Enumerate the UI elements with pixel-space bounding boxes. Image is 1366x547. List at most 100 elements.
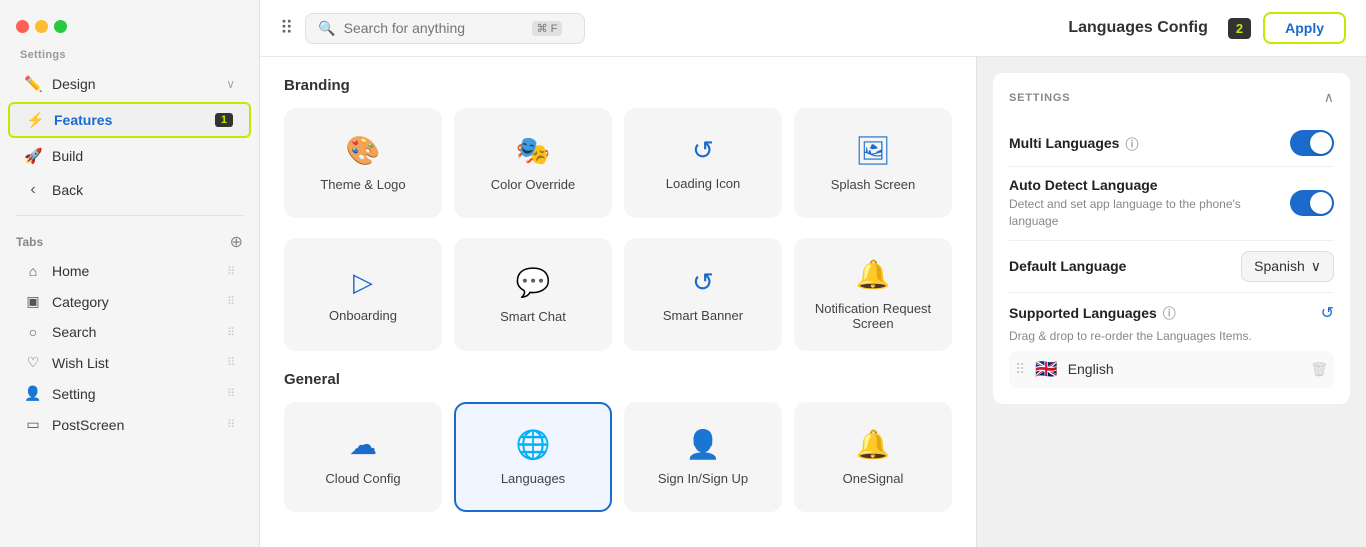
card-theme-logo[interactable]: 🎨 Theme & Logo bbox=[284, 108, 442, 218]
default-language-select[interactable]: Spanish ∨ bbox=[1241, 251, 1334, 282]
card-languages[interactable]: 🌐 Languages bbox=[454, 402, 612, 512]
wishlist-icon: ♡ bbox=[24, 354, 42, 371]
right-panel: SETTINGS ∧ Multi Languages ⓘ bbox=[976, 57, 1366, 547]
card-sign-in[interactable]: 👤 Sign In/Sign Up bbox=[624, 402, 782, 512]
sidebar-item-back[interactable]: ‹ Back bbox=[8, 174, 251, 206]
card-notification[interactable]: 🔔 Notification Request Screen bbox=[794, 238, 952, 351]
auto-detect-row: Auto Detect Language Detect and set app … bbox=[1009, 167, 1334, 241]
add-tab-button[interactable]: ⊕ bbox=[230, 232, 243, 252]
sidebar-item-build[interactable]: 🚀 Build bbox=[8, 140, 251, 172]
maximize-button[interactable] bbox=[54, 20, 67, 33]
settings-section-label: SETTINGS bbox=[1009, 92, 1070, 104]
search-input[interactable] bbox=[344, 20, 524, 36]
close-button[interactable] bbox=[16, 20, 29, 33]
card-onboarding[interactable]: ▷ Onboarding bbox=[284, 238, 442, 351]
sidebar-item-features[interactable]: ⚡ Features 1 bbox=[8, 102, 251, 138]
home-icon: ⌂ bbox=[24, 263, 42, 279]
card-label-cloud-config: Cloud Config bbox=[325, 471, 400, 486]
theme-logo-icon: 🎨 bbox=[346, 134, 381, 167]
postscreen-icon: ▭ bbox=[24, 416, 42, 433]
card-smart-chat[interactable]: 💬 Smart Chat bbox=[454, 238, 612, 351]
search-icon: 🔍 bbox=[318, 20, 335, 37]
delete-language-button[interactable]: 🗑 bbox=[1310, 361, 1328, 378]
build-icon: 🚀 bbox=[24, 147, 42, 165]
drag-handle-category: ⠿ bbox=[227, 295, 235, 308]
features-cards-grid: ▷ Onboarding 💬 Smart Chat ↺ Smart Banner… bbox=[284, 238, 952, 351]
info-icon-multi: ⓘ bbox=[1125, 134, 1138, 153]
card-label-notification: Notification Request Screen bbox=[810, 301, 936, 331]
info-icon-supported: ⓘ bbox=[1163, 303, 1176, 322]
grid-icon[interactable]: ⠿ bbox=[280, 18, 293, 39]
drag-handle-lang[interactable]: ⠿ bbox=[1015, 361, 1025, 378]
card-cloud-config[interactable]: ☁ Cloud Config bbox=[284, 402, 442, 512]
sidebar-item-search[interactable]: ○ Search ⠿ bbox=[8, 318, 251, 346]
features-panel: Branding 🎨 Theme & Logo 🎭 Color Override… bbox=[260, 57, 976, 547]
tab-label-wishlist: Wish List bbox=[52, 355, 217, 371]
tab-label-postscreen: PostScreen bbox=[52, 417, 217, 433]
general-section-title: General bbox=[284, 371, 952, 388]
multi-languages-toggle[interactable] bbox=[1290, 130, 1334, 156]
sidebar-label-design: Design bbox=[52, 76, 216, 92]
splash-screen-icon: 🖼 bbox=[855, 134, 891, 167]
card-color-override[interactable]: 🎭 Color Override bbox=[454, 108, 612, 218]
multi-languages-label: Multi Languages ⓘ bbox=[1009, 134, 1290, 153]
card-label-color-override: Color Override bbox=[491, 177, 576, 192]
card-label-splash-screen: Splash Screen bbox=[831, 177, 916, 192]
onboarding-icon: ▷ bbox=[353, 267, 373, 298]
language-name-english: English bbox=[1068, 361, 1301, 377]
sidebar-item-home[interactable]: ⌂ Home ⠿ bbox=[8, 257, 251, 285]
tab-label-setting: Setting bbox=[52, 386, 217, 402]
drag-handle-home: ⠿ bbox=[227, 265, 235, 278]
languages-icon: 🌐 bbox=[516, 428, 551, 461]
card-label-theme-logo: Theme & Logo bbox=[320, 177, 405, 192]
tab-label-home: Home bbox=[52, 263, 217, 279]
card-label-loading-icon: Loading Icon bbox=[666, 176, 740, 191]
auto-detect-toggle[interactable] bbox=[1290, 190, 1334, 216]
general-cards-grid: ☁ Cloud Config 🌐 Languages 👤 Sign In/Sig… bbox=[284, 402, 952, 512]
apply-button[interactable]: Apply bbox=[1263, 12, 1346, 44]
sidebar-item-postscreen[interactable]: ▭ PostScreen ⠿ bbox=[8, 410, 251, 439]
default-language-label: Default Language bbox=[1009, 258, 1126, 274]
cloud-config-icon: ☁ bbox=[349, 428, 377, 461]
main-area: ⠿ 🔍 ⌘ F Languages Config 2 Apply Brandin… bbox=[260, 0, 1366, 547]
sidebar-item-wishlist[interactable]: ♡ Wish List ⠿ bbox=[8, 348, 251, 377]
sidebar-item-category[interactable]: ▣ Category ⠿ bbox=[8, 287, 251, 316]
drag-handle-search: ⠿ bbox=[227, 326, 235, 339]
card-smart-banner[interactable]: ↺ Smart Banner bbox=[624, 238, 782, 351]
toggle-knob-multi bbox=[1310, 132, 1332, 154]
auto-detect-label: Auto Detect Language bbox=[1009, 177, 1290, 193]
tab-label-category: Category bbox=[52, 294, 217, 310]
supported-languages-header: Supported Languages ⓘ ↺ bbox=[1009, 293, 1334, 329]
card-onesignal[interactable]: 🔔 OneSignal bbox=[794, 402, 952, 512]
features-icon: ⚡ bbox=[26, 111, 44, 129]
collapse-icon[interactable]: ∧ bbox=[1324, 89, 1334, 106]
card-loading-icon[interactable]: ↺ Loading Icon bbox=[624, 108, 782, 218]
category-icon: ▣ bbox=[24, 293, 42, 310]
sidebar-item-design[interactable]: ✏️ Design ∨ bbox=[8, 68, 251, 100]
topbar: ⠿ 🔍 ⌘ F Languages Config 2 Apply bbox=[260, 0, 1366, 57]
minimize-button[interactable] bbox=[35, 20, 48, 33]
color-override-icon: 🎭 bbox=[516, 134, 551, 167]
refresh-button[interactable]: ↺ bbox=[1321, 303, 1334, 323]
branding-cards-grid: 🎨 Theme & Logo 🎭 Color Override ↺ Loadin… bbox=[284, 108, 952, 218]
settings-section-label: Settings bbox=[0, 45, 259, 67]
card-label-smart-chat: Smart Chat bbox=[500, 309, 566, 324]
notification-icon: 🔔 bbox=[856, 258, 891, 291]
step-badge-sidebar: 1 bbox=[215, 113, 233, 127]
tabs-section-label: Tabs bbox=[16, 235, 43, 249]
settings-section-header: SETTINGS ∧ bbox=[1009, 89, 1334, 106]
branding-section-title: Branding bbox=[284, 77, 952, 94]
toggle-knob-auto bbox=[1310, 192, 1332, 214]
sidebar-item-setting[interactable]: 👤 Setting ⠿ bbox=[8, 379, 251, 408]
design-icon: ✏️ bbox=[24, 75, 42, 93]
sidebar-label-back: Back bbox=[52, 182, 235, 198]
search-shortcut: ⌘ F bbox=[532, 21, 563, 36]
drag-handle-wishlist: ⠿ bbox=[227, 356, 235, 369]
flag-icon-english: 🇬🇧 bbox=[1035, 359, 1057, 380]
card-splash-screen[interactable]: 🖼 Splash Screen bbox=[794, 108, 952, 218]
back-icon: ‹ bbox=[24, 181, 42, 199]
window-controls bbox=[0, 12, 259, 45]
drag-handle-setting: ⠿ bbox=[227, 387, 235, 400]
search-bar[interactable]: 🔍 ⌘ F bbox=[305, 13, 585, 44]
supported-languages-desc: Drag & drop to re-order the Languages It… bbox=[1009, 329, 1334, 343]
